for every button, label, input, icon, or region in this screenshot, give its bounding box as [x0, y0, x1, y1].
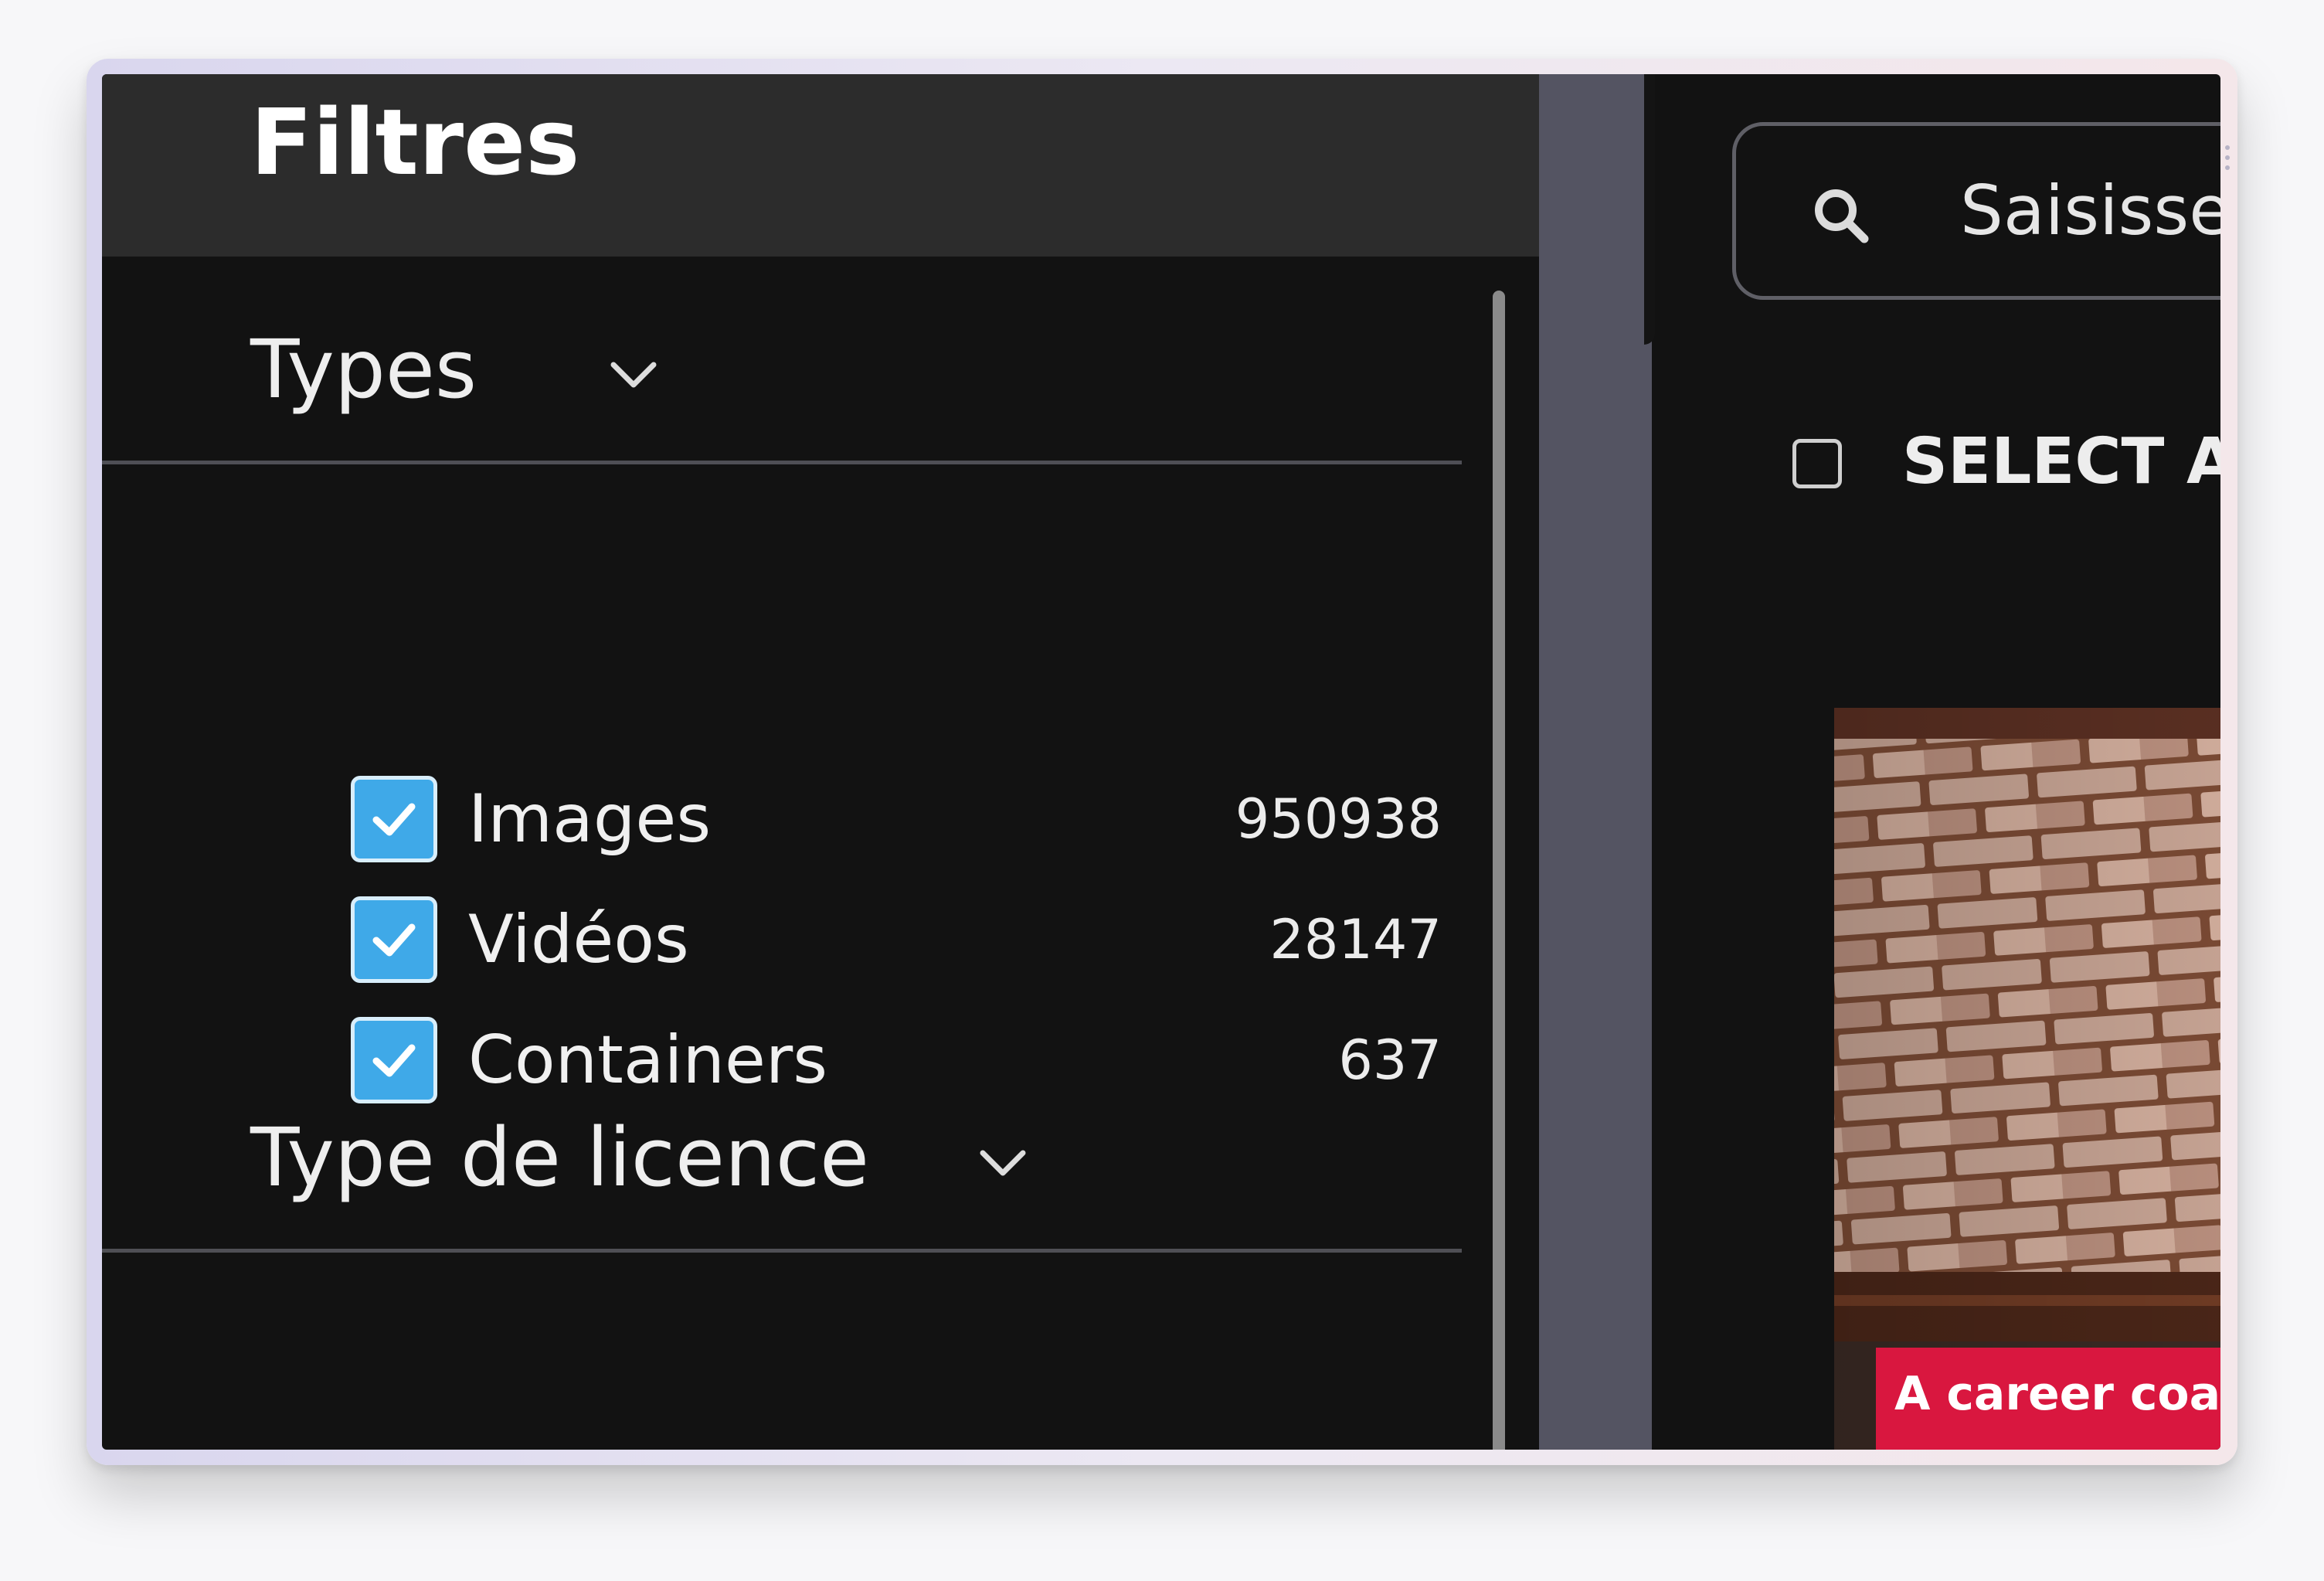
section-divider — [102, 461, 1462, 464]
videos-label: Vidéos — [468, 901, 689, 978]
containers-checkbox[interactable] — [351, 1017, 437, 1103]
license-section-title[interactable]: Type de licence — [250, 1110, 869, 1206]
check-icon — [372, 803, 416, 836]
type-filter-images[interactable]: Images 950938 — [351, 776, 1442, 872]
images-checkbox[interactable] — [351, 776, 437, 862]
type-filter-containers[interactable]: Containers 637 — [351, 1017, 1442, 1113]
types-section-title[interactable]: Types — [250, 321, 477, 418]
license-chevron-down-icon[interactable] — [975, 1134, 1031, 1190]
filters-header: Filtres — [102, 74, 1539, 257]
select-all-label[interactable]: SELECT ALL — [1902, 423, 2220, 501]
result-thumbnail[interactable] — [1834, 708, 2220, 1450]
videos-checkbox[interactable] — [351, 896, 437, 983]
app-window: Filtres Types Images 950938 Vidéos 28147 — [87, 59, 2237, 1465]
types-chevron-down-icon[interactable] — [606, 346, 661, 402]
panel-edge — [1644, 74, 1655, 345]
containers-label: Containers — [468, 1022, 828, 1099]
thumbnail-caption: A career coach s — [1876, 1348, 2220, 1450]
app-screen: Filtres Types Images 950938 Vidéos 28147 — [102, 74, 2220, 1450]
check-icon — [372, 1044, 416, 1077]
brick-wall-image — [1834, 708, 2220, 1450]
filters-scrollbar[interactable] — [1493, 291, 1505, 1450]
type-filter-videos[interactable]: Vidéos 28147 — [351, 896, 1442, 992]
containers-count: 637 — [1338, 1028, 1442, 1092]
images-count: 950938 — [1235, 787, 1442, 851]
select-all-checkbox[interactable] — [1792, 439, 1842, 488]
search-placeholder: Saisissez — [1960, 171, 2220, 250]
search-icon — [1815, 189, 1869, 243]
images-label: Images — [468, 780, 712, 858]
search-input[interactable]: Saisissez — [1732, 122, 2220, 300]
filters-title: Filtres — [250, 89, 580, 196]
panel-gutter — [1539, 74, 1652, 1450]
videos-count: 28147 — [1269, 908, 1442, 971]
window-grip-icon[interactable] — [2224, 144, 2231, 175]
check-icon — [372, 923, 416, 957]
section-divider — [102, 1249, 1462, 1253]
